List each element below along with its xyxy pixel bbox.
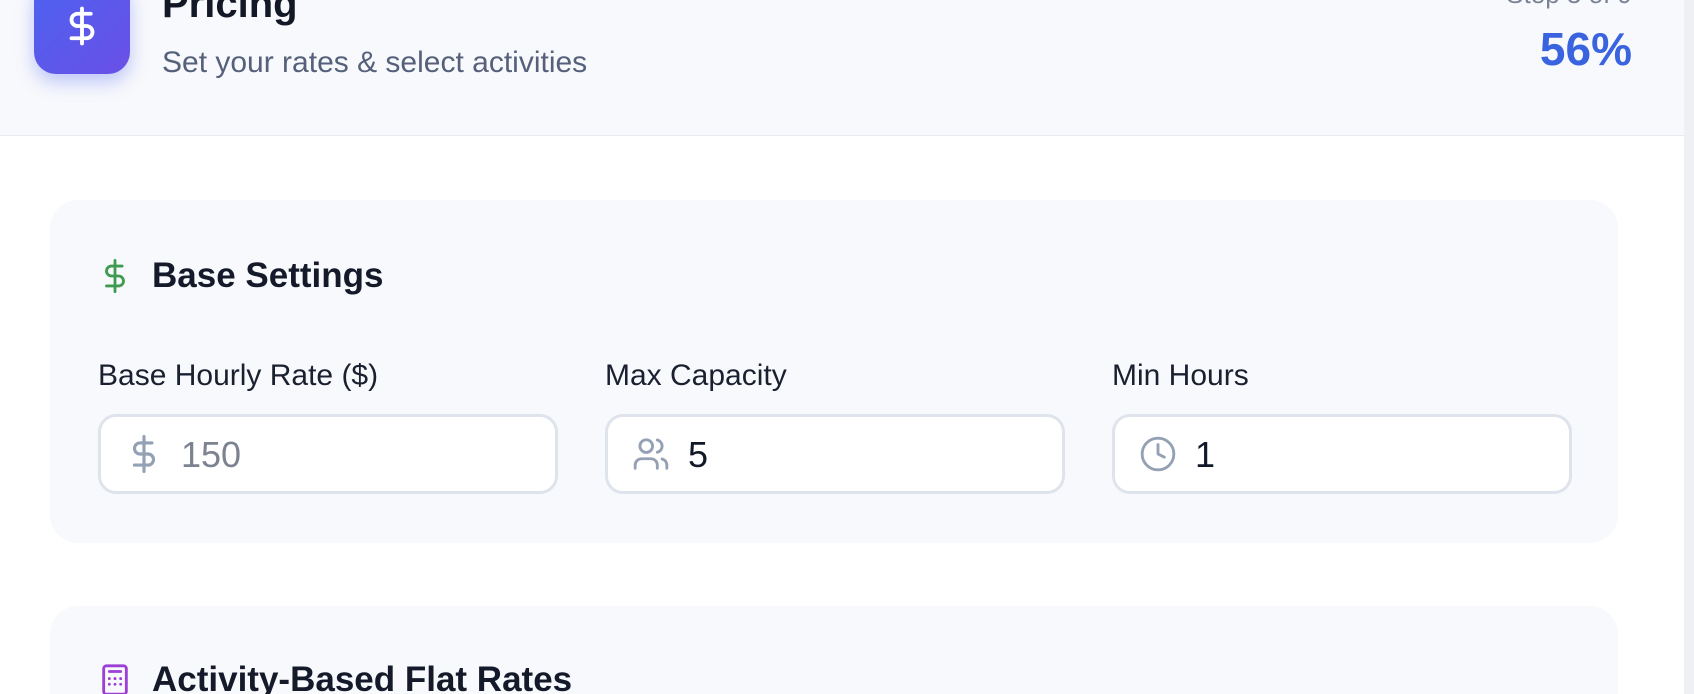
page-subtitle: Set your rates & select activities xyxy=(162,46,588,79)
base-settings-heading: Base Settings xyxy=(98,256,383,296)
page-header: Pricing Set your rates & select activiti… xyxy=(0,0,1684,136)
input-value: 1 xyxy=(1195,434,1216,475)
base-hourly-rate-field: Base Hourly Rate ($) 150 xyxy=(98,358,558,494)
section-title: Activity-Based Flat Rates xyxy=(152,660,573,694)
input-value: 5 xyxy=(688,434,709,475)
field-label: Base Hourly Rate ($) xyxy=(98,359,379,392)
dollar-icon xyxy=(125,435,163,473)
page-title: Pricing xyxy=(162,0,298,26)
max-capacity-field: Max Capacity 5 xyxy=(605,358,1065,494)
input-placeholder: 150 xyxy=(181,434,242,475)
scrollbar-track[interactable] xyxy=(1684,0,1694,694)
activity-rates-card: Activity-Based Flat Rates xyxy=(50,606,1618,694)
dollar-icon xyxy=(34,0,130,74)
min-hours-input[interactable]: 1 xyxy=(1112,414,1572,494)
clock-icon xyxy=(1139,435,1177,473)
dollar-icon xyxy=(98,256,132,296)
field-label: Max Capacity xyxy=(605,359,787,392)
step-indicator: Step 5 of 9 xyxy=(1506,0,1632,8)
base-settings-card: Base Settings Base Hourly Rate ($) 150 M… xyxy=(50,200,1618,543)
base-hourly-rate-input[interactable]: 150 xyxy=(98,414,558,494)
calculator-icon xyxy=(98,660,132,694)
activity-rates-heading: Activity-Based Flat Rates xyxy=(98,660,572,694)
pricing-panel: Pricing Set your rates & select activiti… xyxy=(0,0,1684,694)
section-title: Base Settings xyxy=(152,256,384,295)
users-icon xyxy=(632,435,670,473)
progress-percent: 56% xyxy=(1539,23,1632,75)
field-label: Min Hours xyxy=(1112,359,1249,392)
min-hours-field: Min Hours 1 xyxy=(1112,358,1572,494)
max-capacity-input[interactable]: 5 xyxy=(605,414,1065,494)
